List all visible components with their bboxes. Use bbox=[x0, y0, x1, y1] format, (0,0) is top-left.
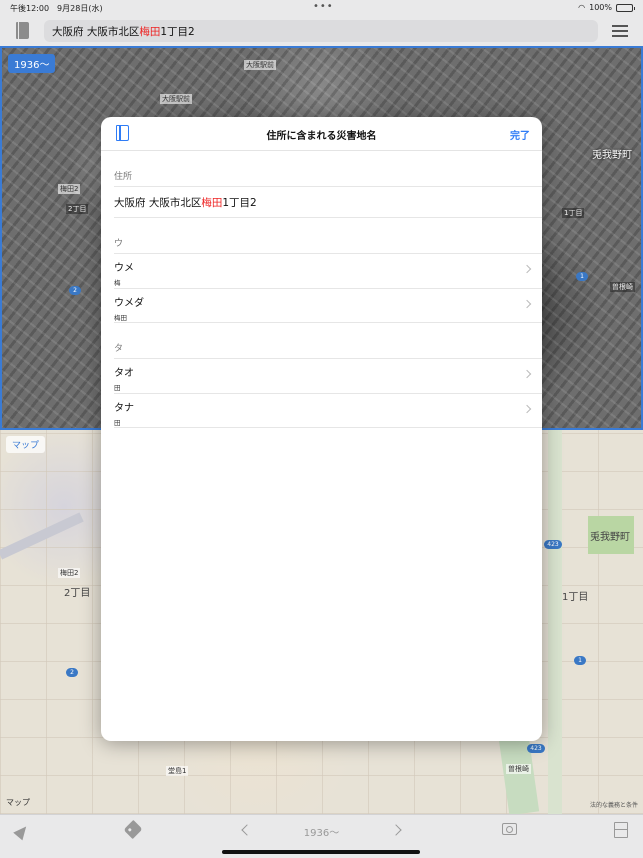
railway bbox=[0, 512, 84, 560]
book-icon[interactable] bbox=[16, 22, 29, 39]
menu-icon[interactable] bbox=[612, 25, 628, 37]
map-badge[interactable]: マップ bbox=[6, 436, 46, 453]
disaster-place-names-sheet: 住所に含まれる災害地名 完了 住所 大阪府 大阪市北区 梅田 1丁目2 ウ ウメ… bbox=[101, 117, 542, 741]
map-label: 2丁目 bbox=[66, 204, 89, 214]
section-header: タ bbox=[114, 344, 124, 354]
map-label: 兎我野町 bbox=[592, 150, 632, 161]
section-header: ウ bbox=[114, 239, 124, 249]
address-row: 大阪府 大阪市北区 梅田 1丁目2 bbox=[114, 186, 542, 218]
address-field[interactable]: 大阪府 大阪市北区 梅田 1丁目2 bbox=[44, 20, 598, 42]
map-label: 曽根崎 bbox=[610, 282, 635, 292]
done-button[interactable]: 完了 bbox=[510, 127, 530, 142]
status-right: ◠ 100% bbox=[578, 3, 635, 12]
apple-maps-attribution: マップ bbox=[6, 797, 30, 808]
map-label: 堂島1 bbox=[166, 766, 189, 776]
item-subtitle: 梅 bbox=[114, 279, 121, 287]
item-subtitle: 田 bbox=[114, 419, 121, 427]
route-shield: 423 bbox=[527, 744, 545, 753]
address-suffix: 1丁目2 bbox=[222, 196, 257, 209]
list-item[interactable]: ウメ 梅 bbox=[114, 253, 542, 288]
map-label: 大阪駅前 bbox=[160, 94, 192, 104]
map-label: 大阪駅前 bbox=[244, 60, 276, 70]
sheet-title: 住所に含まれる災害地名 bbox=[266, 131, 377, 142]
list-item[interactable]: タオ 田 bbox=[114, 358, 542, 393]
item-title: ウメダ bbox=[114, 298, 144, 309]
status-bar: 午後12:00 9月28日(水) ••• ◠ 100% bbox=[0, 0, 643, 16]
map-label: 曽根崎 bbox=[506, 764, 531, 774]
map-label: 2丁目 bbox=[64, 588, 91, 599]
route-shield: 1 bbox=[574, 656, 586, 665]
address-highlight: 梅田 bbox=[139, 25, 161, 38]
top-bar: 大阪府 大阪市北区 梅田 1丁目2 bbox=[0, 16, 643, 46]
address-highlight: 梅田 bbox=[201, 196, 223, 209]
item-title: タオ bbox=[114, 368, 134, 379]
list-item[interactable]: ウメダ 梅田 bbox=[114, 288, 542, 323]
route-shield: 1 bbox=[576, 272, 588, 281]
attribution-text: マップ bbox=[6, 798, 30, 807]
section-header-address: 住所 bbox=[114, 172, 133, 182]
item-title: ウメ bbox=[114, 263, 134, 274]
split-view-icon[interactable] bbox=[614, 822, 628, 838]
camera-icon[interactable] bbox=[502, 823, 517, 835]
map-label: 兎我野町 bbox=[590, 532, 630, 543]
item-subtitle: 田 bbox=[114, 384, 121, 392]
battery-icon bbox=[616, 3, 635, 12]
item-subtitle: 梅田 bbox=[114, 314, 127, 322]
road bbox=[548, 430, 562, 814]
era-label[interactable]: 1936～ bbox=[0, 824, 643, 839]
wifi-icon: ◠ bbox=[578, 3, 586, 12]
home-indicator bbox=[222, 850, 420, 854]
address-prefix: 大阪府 大阪市北区 bbox=[114, 196, 202, 209]
map-label: 梅田2 bbox=[58, 184, 81, 194]
multitasking-dots-icon[interactable]: ••• bbox=[313, 1, 334, 12]
sheet-header: 住所に含まれる災害地名 完了 bbox=[101, 117, 542, 151]
legal-link[interactable]: 法的な義務と条件 bbox=[590, 800, 638, 809]
era-badge[interactable]: 1936～ bbox=[8, 54, 56, 73]
map-label: 梅田2 bbox=[58, 568, 81, 578]
address-prefix: 大阪府 大阪市北区 bbox=[52, 25, 140, 38]
list-item[interactable]: タナ 田 bbox=[114, 393, 542, 428]
map-label: 1丁目 bbox=[562, 208, 585, 218]
route-shield: 2 bbox=[69, 286, 81, 295]
battery-percent: 100% bbox=[589, 3, 612, 12]
route-shield: 423 bbox=[544, 540, 562, 549]
item-title: タナ bbox=[114, 403, 134, 414]
map-label: 1丁目 bbox=[562, 592, 589, 603]
address-suffix: 1丁目2 bbox=[160, 25, 195, 38]
route-shield: 2 bbox=[66, 668, 78, 677]
status-time-date: 午後12:00 9月28日(水) bbox=[10, 4, 103, 13]
